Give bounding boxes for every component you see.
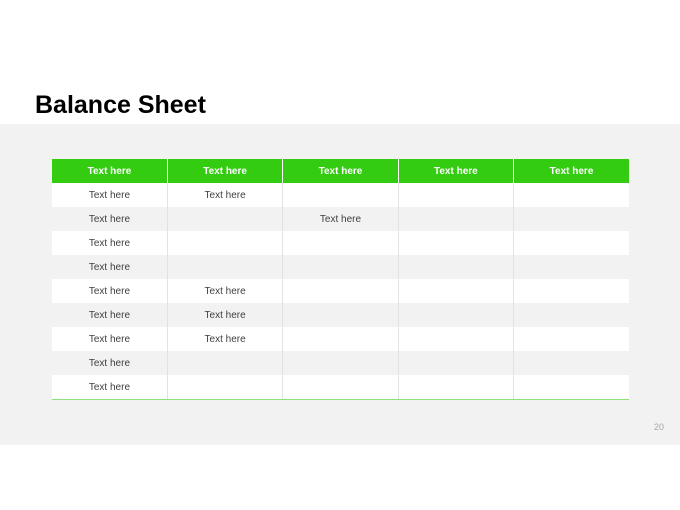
table-cell — [166, 207, 283, 231]
table-cell: Text here — [166, 303, 283, 327]
table-cell — [282, 351, 399, 375]
table-row: Text here Text here — [52, 183, 629, 207]
table-cell — [513, 279, 629, 303]
column-header: Text here — [282, 159, 399, 183]
table-cell: Text here — [166, 183, 283, 207]
table-row: Text here — [52, 375, 629, 400]
table-cell — [166, 351, 283, 375]
table-cell — [397, 279, 514, 303]
table-row: Text here — [52, 255, 629, 279]
table-cell — [397, 375, 514, 400]
slide-title: Balance Sheet — [35, 91, 206, 119]
column-header: Text here — [166, 159, 283, 183]
table-row: Text here Text here — [52, 327, 629, 351]
column-header: Text here — [397, 159, 514, 183]
table-cell: Text here — [52, 351, 168, 375]
table-cell — [282, 375, 399, 400]
table-cell — [166, 255, 283, 279]
table-cell — [166, 375, 283, 400]
balance-sheet-table: Text here Text here Text here Text here … — [52, 159, 629, 400]
table-cell — [397, 351, 514, 375]
table-row: Text here — [52, 231, 629, 255]
table-header-row: Text here Text here Text here Text here … — [52, 159, 629, 183]
table-cell: Text here — [282, 207, 399, 231]
table-cell — [513, 351, 629, 375]
table-cell: Text here — [166, 327, 283, 351]
table-cell: Text here — [52, 279, 168, 303]
table-cell — [397, 327, 514, 351]
column-header: Text here — [52, 159, 168, 183]
table-cell — [282, 183, 399, 207]
table-cell — [513, 255, 629, 279]
table-cell: Text here — [52, 375, 168, 400]
column-header: Text here — [513, 159, 629, 183]
table-cell — [397, 231, 514, 255]
table-cell: Text here — [166, 279, 283, 303]
table-cell: Text here — [52, 255, 168, 279]
table-cell — [397, 183, 514, 207]
table-cell — [166, 231, 283, 255]
table-cell: Text here — [52, 207, 168, 231]
table-row: Text here Text here — [52, 207, 629, 231]
table-cell — [282, 255, 399, 279]
page-number: 20 — [653, 422, 664, 432]
table-cell: Text here — [52, 231, 168, 255]
table-cell — [513, 207, 629, 231]
table-cell — [397, 255, 514, 279]
table-cell: Text here — [52, 183, 168, 207]
table-row: Text here Text here — [52, 303, 629, 327]
table-cell: Text here — [52, 327, 168, 351]
table-row: Text here — [52, 351, 629, 375]
table-cell — [282, 303, 399, 327]
table-cell — [282, 327, 399, 351]
table-cell — [282, 231, 399, 255]
table-cell — [513, 327, 629, 351]
table-row: Text here Text here — [52, 279, 629, 303]
table-cell — [513, 303, 629, 327]
table-cell — [397, 303, 514, 327]
table-cell — [397, 207, 514, 231]
table-cell — [513, 183, 629, 207]
table-cell — [282, 279, 399, 303]
table-cell: Text here — [52, 303, 168, 327]
table-cell — [513, 375, 629, 400]
table-cell — [513, 231, 629, 255]
